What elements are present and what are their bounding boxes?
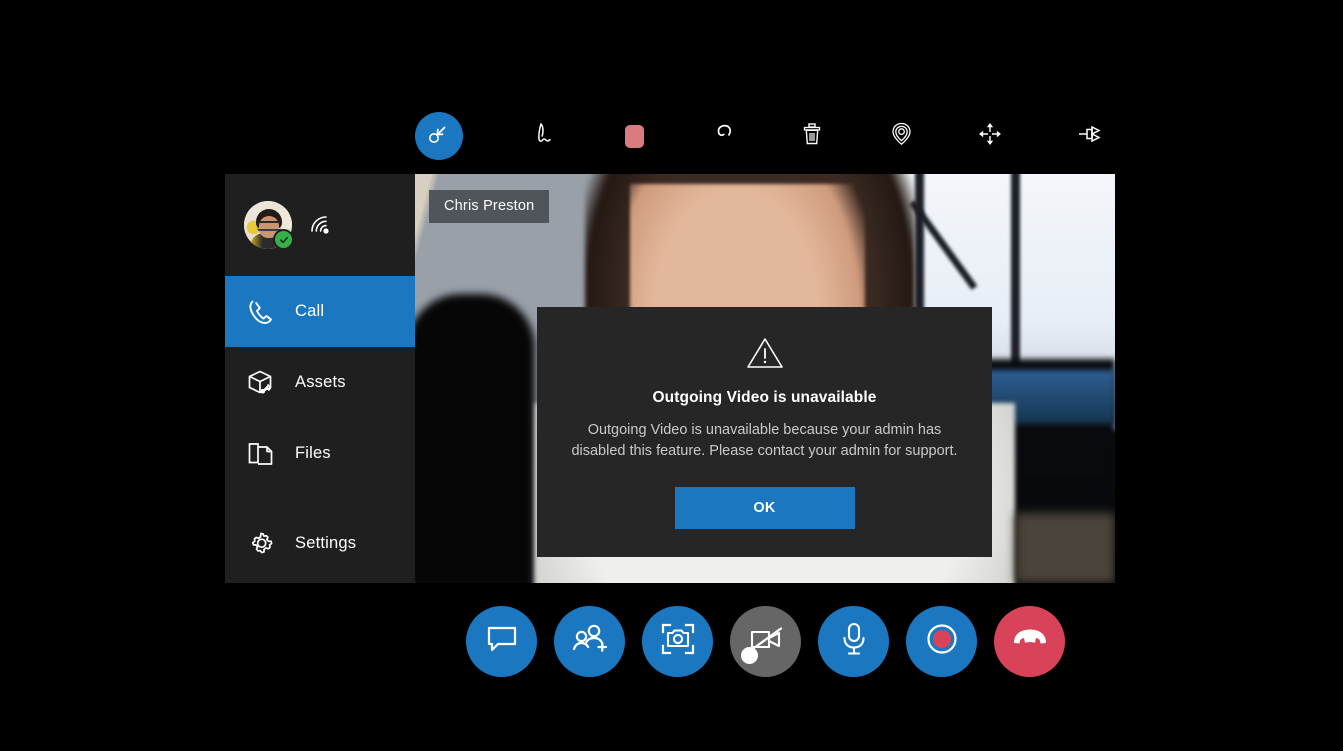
hangup-icon bbox=[1010, 626, 1050, 657]
color-swatch-icon bbox=[625, 125, 644, 148]
video-disabled-indicator bbox=[741, 647, 758, 664]
end-call-button[interactable] bbox=[994, 606, 1065, 677]
chat-button[interactable] bbox=[466, 606, 537, 677]
sidebar: Call Assets bbox=[225, 174, 415, 583]
sidebar-item-call[interactable]: Call bbox=[225, 276, 415, 347]
app-root: Call Assets bbox=[0, 0, 1343, 751]
snapshot-button[interactable] bbox=[642, 606, 713, 677]
avatar[interactable] bbox=[244, 201, 292, 249]
pen-icon bbox=[530, 120, 558, 153]
undo-icon bbox=[709, 120, 737, 153]
undo-button[interactable] bbox=[699, 112, 747, 160]
microphone-icon bbox=[840, 621, 868, 662]
warning-icon bbox=[746, 336, 784, 375]
gear-icon bbox=[245, 528, 277, 560]
dialog-message: Outgoing Video is unavailable because yo… bbox=[568, 420, 962, 462]
sidebar-item-label: Assets bbox=[295, 373, 346, 392]
profile-row bbox=[225, 174, 415, 276]
dialog-title: Outgoing Video is unavailable bbox=[653, 389, 877, 407]
record-icon bbox=[924, 621, 960, 662]
annotation-toolbar bbox=[415, 103, 1115, 169]
sidebar-item-settings[interactable]: Settings bbox=[225, 508, 415, 579]
sidebar-item-label: Settings bbox=[295, 534, 356, 553]
pin-icon bbox=[1077, 122, 1105, 151]
pointer-icon bbox=[426, 121, 452, 152]
chat-icon bbox=[485, 622, 519, 661]
participant-name-tag: Chris Preston bbox=[429, 190, 549, 223]
marker-tool-button[interactable] bbox=[877, 112, 925, 160]
pointer-tool-button[interactable] bbox=[415, 112, 463, 160]
sidebar-item-label: Call bbox=[295, 302, 324, 321]
move-tool-button[interactable] bbox=[966, 112, 1014, 160]
add-person-button[interactable] bbox=[554, 606, 625, 677]
sidebar-item-label: Files bbox=[295, 444, 331, 463]
delete-button[interactable] bbox=[788, 112, 836, 160]
package-icon bbox=[245, 367, 277, 399]
location-marker-icon bbox=[888, 120, 915, 152]
video-button[interactable] bbox=[730, 606, 801, 677]
record-button[interactable] bbox=[906, 606, 977, 677]
move-icon bbox=[977, 121, 1003, 152]
color-swatch-button[interactable] bbox=[611, 112, 659, 160]
add-person-icon bbox=[572, 622, 608, 661]
sidebar-item-assets[interactable]: Assets bbox=[225, 347, 415, 418]
call-control-bar bbox=[466, 604, 1065, 678]
signal-strength-icon bbox=[307, 212, 333, 238]
camera-icon bbox=[660, 622, 696, 661]
trash-icon bbox=[800, 121, 824, 152]
pin-tool-button[interactable] bbox=[1067, 112, 1115, 160]
dialog-outgoing-video-unavailable: Outgoing Video is unavailable Outgoing V… bbox=[537, 307, 992, 557]
ok-button[interactable]: OK bbox=[675, 487, 855, 529]
files-icon bbox=[245, 438, 277, 470]
pen-tool-button[interactable] bbox=[520, 112, 568, 160]
mic-button[interactable] bbox=[818, 606, 889, 677]
presence-badge-available bbox=[273, 229, 294, 250]
phone-icon bbox=[245, 296, 277, 328]
sidebar-item-files[interactable]: Files bbox=[225, 418, 415, 489]
